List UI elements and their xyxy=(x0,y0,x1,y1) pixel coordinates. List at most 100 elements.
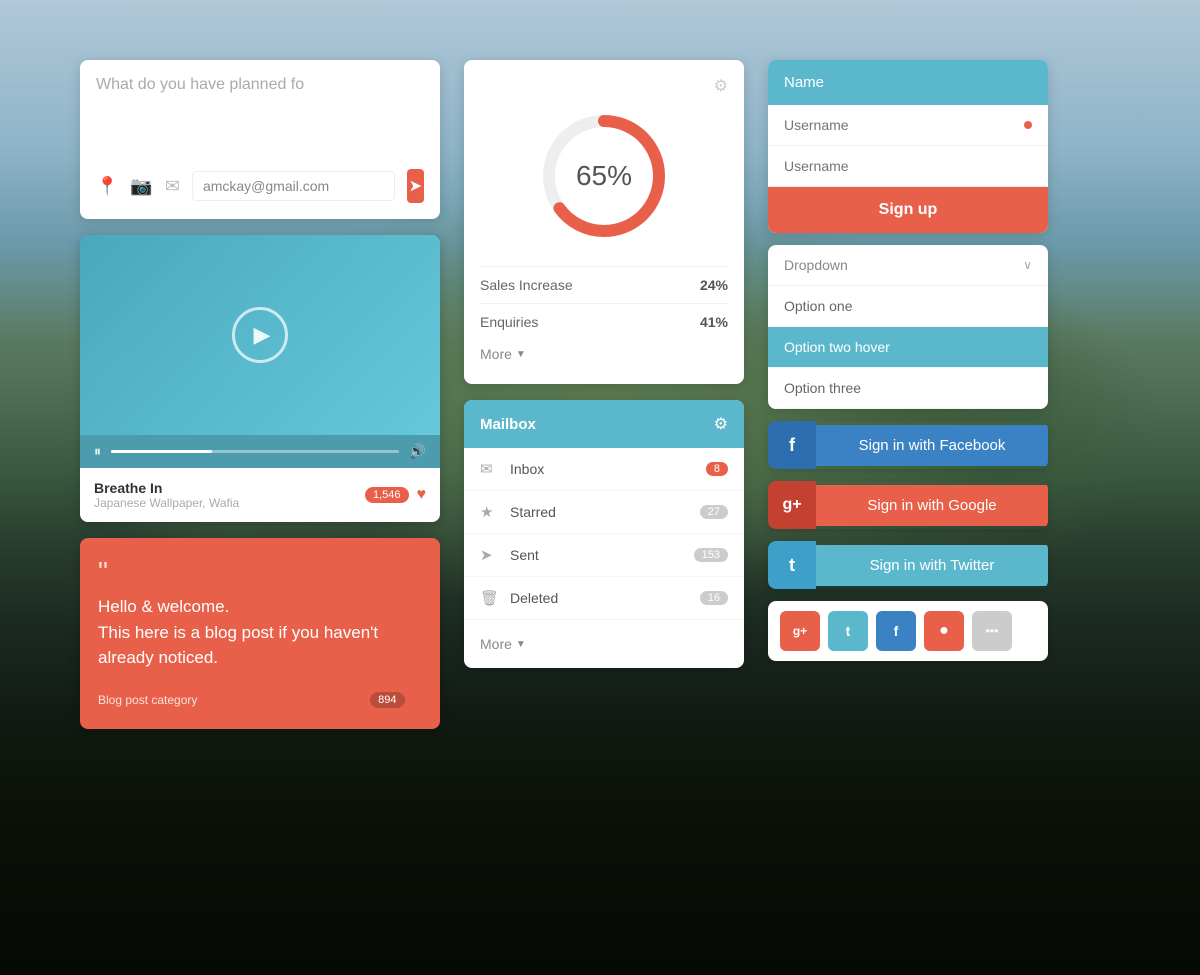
small-social-buttons: g+ t f ● ••• xyxy=(768,601,1048,661)
donut-wrapper: 65% xyxy=(534,106,674,246)
more-label: More xyxy=(480,346,512,362)
song-details: Breathe In Japanese Wallpaper, Wafia xyxy=(94,480,239,510)
mailbox-more-arrow: ▼ xyxy=(516,639,526,650)
mailbox: Mailbox ⚙ ✉ Inbox 8 ★ Starred 27 ➤ Sent … xyxy=(464,400,744,668)
dropdown-option-1[interactable]: Option one xyxy=(768,286,1048,327)
small-facebook-icon: f xyxy=(894,623,899,639)
username-field-2 xyxy=(768,146,1048,187)
location-icon[interactable]: 📍 xyxy=(96,176,118,197)
settings-icon[interactable]: ⚙ xyxy=(714,76,728,96)
main-layout: What do you have planned fo 📍 📷 ✉ ➤ ▶ ⏸ xyxy=(0,0,1200,975)
google-icon: g+ xyxy=(768,481,816,529)
email-input[interactable] xyxy=(192,171,395,201)
small-facebook-button[interactable]: f xyxy=(876,611,916,651)
video-screen: ▶ xyxy=(80,235,440,435)
sent-label: Sent xyxy=(510,547,684,563)
small-google-button[interactable]: g+ xyxy=(780,611,820,651)
stat-value-1: 24% xyxy=(700,277,728,293)
play-button[interactable]: ▶ xyxy=(232,307,288,363)
starred-badge: 27 xyxy=(700,505,728,519)
signup-button[interactable]: Sign up xyxy=(768,187,1048,233)
video-meta: 1,546 ♥ xyxy=(365,486,426,504)
username-input-1[interactable] xyxy=(784,117,1016,133)
small-dribbble-button[interactable]: ● xyxy=(924,611,964,651)
post-textarea[interactable]: What do you have planned fo xyxy=(96,76,424,156)
blog-like-count: 894 xyxy=(370,692,404,708)
mailbox-more-label: More xyxy=(480,636,512,652)
starred-label: Starred xyxy=(510,504,690,520)
facebook-label: Sign in with Facebook xyxy=(816,425,1048,466)
blog-category: Blog post category xyxy=(98,693,197,707)
mailbox-header: Mailbox ⚙ xyxy=(464,400,744,448)
blog-text: Hello & welcome.This here is a blog post… xyxy=(98,594,422,671)
chevron-down-icon: ∨ xyxy=(1023,258,1032,272)
facebook-signin-button[interactable]: f Sign in with Facebook xyxy=(768,421,1048,469)
blog-heart-icon[interactable]: ♥ xyxy=(413,691,423,709)
username-input-2[interactable] xyxy=(784,158,1032,174)
mailbox-more-button[interactable]: More ▼ xyxy=(480,630,526,658)
blog-footer: Blog post category 894 ♥ xyxy=(98,691,422,709)
dropdown-option-3[interactable]: Option three xyxy=(768,368,1048,409)
form-card: Name Sign up xyxy=(768,60,1048,233)
deleted-icon: 🗑 xyxy=(480,589,500,607)
dropdown-card: Dropdown ∨ Option one Option two hover O… xyxy=(768,245,1048,409)
dropdown-header[interactable]: Dropdown ∨ xyxy=(768,245,1048,286)
stat-label-2: Enquiries xyxy=(480,314,538,330)
mailbox-more-row: More ▼ xyxy=(464,620,744,668)
chart-header: ⚙ xyxy=(480,76,728,96)
send-button[interactable]: ➤ xyxy=(407,169,424,203)
column-3: Name Sign up Dropdown ∨ Option one Optio… xyxy=(768,60,1048,661)
post-box: What do you have planned fo 📍 📷 ✉ ➤ xyxy=(80,60,440,219)
column-2: ⚙ 65% Sales Increase 24% Enquiries 41% xyxy=(464,60,744,668)
name-button[interactable]: Name xyxy=(768,60,1048,105)
inbox-badge: 8 xyxy=(706,462,728,476)
donut-container: 65% xyxy=(480,106,728,246)
progress-fill xyxy=(111,450,212,453)
mail-icon[interactable]: ✉ xyxy=(165,176,180,197)
inbox-label: Inbox xyxy=(510,461,696,477)
stats-row-1: Sales Increase 24% xyxy=(480,266,728,303)
camera-icon[interactable]: 📷 xyxy=(130,176,152,197)
stat-label-1: Sales Increase xyxy=(480,277,573,293)
chart-more-button[interactable]: More ▼ xyxy=(480,340,526,368)
heart-icon[interactable]: ♥ xyxy=(417,486,427,504)
dropdown-option-2-hover[interactable]: Option two hover xyxy=(768,327,1048,368)
video-controls: ⏸ 🔊 xyxy=(80,435,440,468)
stat-value-2: 41% xyxy=(700,314,728,330)
small-dribbble-icon: ● xyxy=(939,622,949,640)
post-actions: 📍 📷 ✉ ➤ xyxy=(96,169,424,203)
google-signin-button[interactable]: g+ Sign in with Google xyxy=(768,481,1048,529)
deleted-badge: 16 xyxy=(700,591,728,605)
twitter-icon: t xyxy=(768,541,816,589)
blog-meta: 894 ♥ xyxy=(370,691,422,709)
volume-icon[interactable]: 🔊 xyxy=(409,443,426,460)
mail-item-sent[interactable]: ➤ Sent 153 xyxy=(464,534,744,577)
small-more-icon: ••• xyxy=(986,624,999,638)
video-player: ▶ ⏸ 🔊 Breathe In Japanese Wallpaper, Waf… xyxy=(80,235,440,522)
dropdown-label: Dropdown xyxy=(784,257,848,273)
play-icon: ▶ xyxy=(254,322,271,348)
pause-icon[interactable]: ⏸ xyxy=(94,443,101,460)
progress-bar[interactable] xyxy=(111,450,399,453)
mailbox-title: Mailbox xyxy=(480,416,536,433)
song-artist: Japanese Wallpaper, Wafia xyxy=(94,496,239,510)
small-google-icon: g+ xyxy=(793,624,807,638)
small-twitter-button[interactable]: t xyxy=(828,611,868,651)
stats-row-2: Enquiries 41% xyxy=(480,303,728,340)
username-field-1 xyxy=(768,105,1048,146)
small-twitter-icon: t xyxy=(846,623,851,639)
send-icon: ➤ xyxy=(409,176,422,196)
mail-item-inbox[interactable]: ✉ Inbox 8 xyxy=(464,448,744,491)
chart-card: ⚙ 65% Sales Increase 24% Enquiries 41% xyxy=(464,60,744,384)
video-info: Breathe In Japanese Wallpaper, Wafia 1,5… xyxy=(80,468,440,522)
mail-item-deleted[interactable]: 🗑 Deleted 16 xyxy=(464,577,744,620)
starred-icon: ★ xyxy=(480,503,500,521)
twitter-signin-button[interactable]: t Sign in with Twitter xyxy=(768,541,1048,589)
mailbox-settings-icon[interactable]: ⚙ xyxy=(714,414,728,434)
small-more-button[interactable]: ••• xyxy=(972,611,1012,651)
song-title: Breathe In xyxy=(94,480,239,496)
mail-item-starred[interactable]: ★ Starred 27 xyxy=(464,491,744,534)
quote-mark: " xyxy=(98,558,422,586)
column-1: What do you have planned fo 📍 📷 ✉ ➤ ▶ ⏸ xyxy=(80,60,440,729)
sent-icon: ➤ xyxy=(480,546,500,564)
